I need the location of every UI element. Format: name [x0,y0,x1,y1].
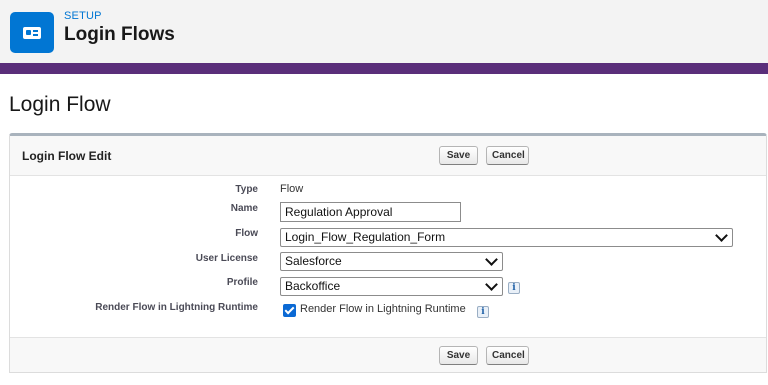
chevron-down-icon [715,229,728,242]
render-flow-checkbox-label: Render Flow in Lightning Runtime [300,303,466,315]
cancel-button[interactable]: Cancel [486,346,529,365]
profile-select[interactable]: Backoffice [280,277,503,296]
flow-select-value: Login_Flow_Regulation_Form [285,230,446,244]
chevron-down-icon [485,253,498,266]
render-flow-label: Render Flow in Lightning Runtime [95,302,258,313]
save-button[interactable]: Save [439,346,478,365]
type-value: Flow [280,183,304,195]
panel-footer: Save Cancel [10,337,766,372]
info-icon[interactable]: i [477,306,489,318]
render-flow-checkbox[interactable] [283,304,296,317]
login-flow-edit-panel: Login Flow Edit Save Cancel Type Flow Na… [9,133,767,373]
type-label: Type [235,184,258,195]
setup-title: Login Flows [64,24,175,45]
header-band [0,63,768,74]
name-label: Name [230,203,258,214]
user-license-label: User License [195,253,258,264]
save-button[interactable]: Save [439,146,478,165]
setup-label: SETUP [64,10,102,22]
profile-select-value: Backoffice [285,279,341,293]
flow-select[interactable]: Login_Flow_Regulation_Form [280,228,733,247]
chevron-down-icon [485,278,498,291]
name-input[interactable] [280,202,461,222]
profile-label: Profile [226,277,258,288]
page-title: Login Flow [9,93,111,116]
info-icon[interactable]: i [508,282,520,294]
setup-header: SETUP Login Flows [0,0,768,63]
flow-label: Flow [235,228,258,239]
user-license-select-value: Salesforce [285,254,342,268]
panel-title: Login Flow Edit [22,149,112,163]
cancel-button[interactable]: Cancel [486,146,529,165]
panel-header: Login Flow Edit Save Cancel [10,136,766,176]
contact-card-icon [10,12,54,53]
user-license-select[interactable]: Salesforce [280,252,503,271]
